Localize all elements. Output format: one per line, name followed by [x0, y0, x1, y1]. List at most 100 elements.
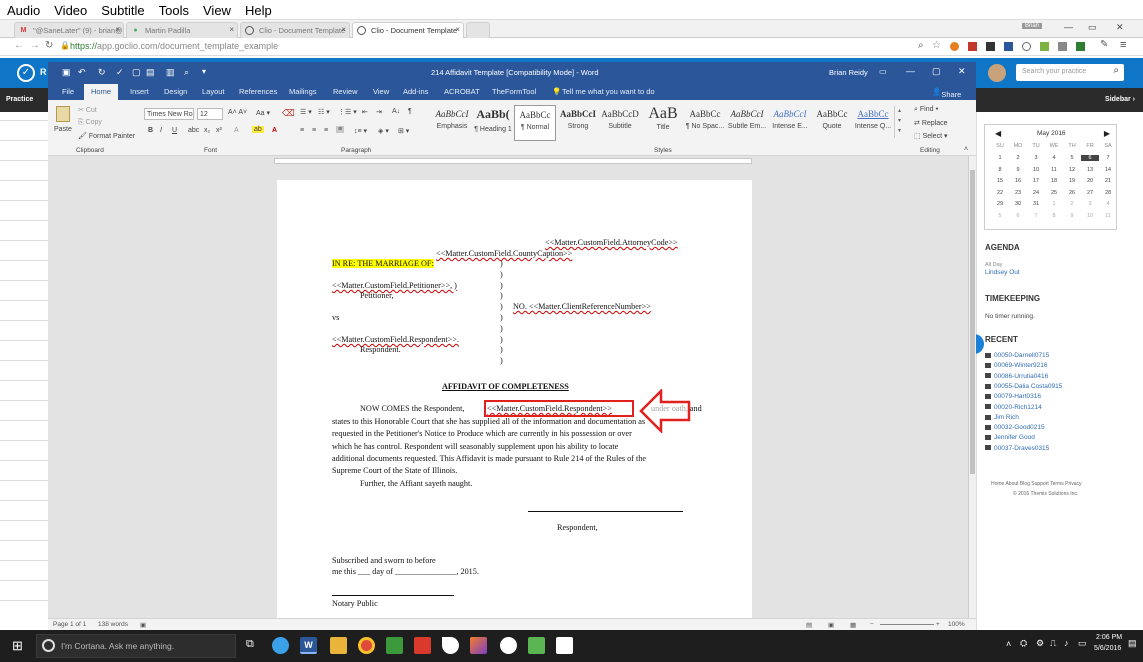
tab-clio-1[interactable]: Clio - Document Template ×	[240, 22, 350, 38]
forward-icon[interactable]: →	[30, 40, 40, 51]
tray-up-icon[interactable]: ˄	[1006, 639, 1011, 649]
calendar-day[interactable]: 24	[1027, 190, 1045, 196]
tab-design[interactable]: Design	[164, 87, 187, 96]
zoom-icon[interactable]: ⌕	[918, 40, 924, 51]
extension-icon[interactable]	[986, 42, 995, 51]
borders-icon[interactable]: ⊞ ▾	[398, 127, 409, 135]
bullets-icon[interactable]: ☰ ▾	[300, 108, 312, 116]
extension-icon[interactable]	[1040, 42, 1049, 51]
calendar-day[interactable]: 19	[1063, 178, 1081, 184]
acrobat-icon[interactable]	[414, 637, 431, 654]
avatar[interactable]	[988, 64, 1006, 82]
calendar-day[interactable]: 6	[1009, 213, 1027, 219]
zoom-out-icon[interactable]: −	[870, 621, 874, 628]
style-10[interactable]: AaBbCc Intense Q...	[852, 105, 894, 141]
highlight-color-icon[interactable]: ab	[252, 126, 264, 133]
calendar-day[interactable]: 7	[1099, 155, 1117, 161]
open-icon[interactable]: ▤	[146, 67, 155, 78]
menu-video[interactable]: Video	[47, 0, 94, 18]
search-icon[interactable]: ⌕	[1113, 65, 1119, 76]
windows-start-icon[interactable]: ⊞	[12, 638, 23, 654]
calendar-day[interactable]: 23	[1009, 190, 1027, 196]
calendar-day[interactable]: 14	[1099, 167, 1117, 173]
style-7[interactable]: AaBbCcI Subtle Em...	[726, 105, 768, 141]
sort-icon[interactable]: A↓	[392, 108, 400, 115]
preview-icon[interactable]: ⌕	[184, 67, 189, 78]
tab-mailings[interactable]: Mailings	[289, 87, 317, 96]
tab-insert[interactable]: Insert	[130, 87, 149, 96]
word-taskbar-icon[interactable]: W	[300, 637, 317, 654]
tab-gmail[interactable]: M "@SaneLater" (9) - brian@ ×	[14, 22, 124, 38]
tab-view[interactable]: View	[373, 87, 389, 96]
style-8[interactable]: AaBbCcI Intense E...	[769, 105, 811, 141]
decrease-indent-icon[interactable]: ⇤	[362, 108, 368, 116]
url-field[interactable]: https://app.goclio.com/document_template…	[70, 41, 278, 51]
tab-addins[interactable]: Add-ins	[403, 87, 428, 96]
sidebar-toggle[interactable]: Sidebar ›	[1105, 96, 1135, 103]
word-count[interactable]: 138 words	[98, 621, 128, 628]
app-icon[interactable]	[528, 637, 545, 654]
calendar-day[interactable]: 6	[1081, 155, 1099, 161]
align-right-icon[interactable]: ≡	[324, 127, 328, 134]
menu-tools[interactable]: Tools	[152, 0, 196, 18]
tab-file[interactable]: File	[62, 87, 74, 96]
zoom-slider[interactable]	[880, 624, 934, 625]
calendar-day[interactable]: 9	[1009, 167, 1027, 173]
style-5[interactable]: AaB Title	[642, 105, 684, 141]
calendar-day[interactable]: 28	[1099, 190, 1117, 196]
scrollbar-thumb[interactable]	[970, 170, 975, 474]
recent-item[interactable]: 00032-Good0215	[985, 424, 1045, 431]
network-icon[interactable]: ⎍	[1050, 638, 1056, 649]
calendar-day[interactable]: 31	[1027, 201, 1045, 207]
user-badge[interactable]: Brian	[1022, 23, 1043, 29]
new-tab-button[interactable]	[466, 22, 490, 38]
calendar-day[interactable]: 1	[1045, 201, 1063, 207]
practice-label[interactable]: Practice	[0, 88, 48, 112]
calendar-day[interactable]: 5	[1063, 155, 1081, 161]
calendar-day[interactable]: 2	[1063, 201, 1081, 207]
calendar-day[interactable]: 18	[1045, 178, 1063, 184]
calendar-day[interactable]: 13	[1081, 167, 1099, 173]
menu-subtitle[interactable]: Subtitle	[94, 0, 151, 18]
numbering-icon[interactable]: ☷ ▾	[318, 108, 330, 116]
recent-item[interactable]: Jim Rich	[985, 414, 1019, 421]
calendar-day[interactable]: 26	[1063, 190, 1081, 196]
calendar-day[interactable]: 4	[1099, 201, 1117, 207]
copy-button[interactable]: ⎘ Copy	[78, 119, 102, 127]
calendar-day[interactable]: 11	[1099, 213, 1117, 219]
calendar-day[interactable]: 9	[1063, 213, 1081, 219]
close-window-icon[interactable]: ✕	[1116, 22, 1124, 33]
proofing-icon[interactable]: ▣	[140, 621, 146, 629]
extension-icon[interactable]	[1004, 42, 1013, 51]
recent-item[interactable]: 00037-Draves0315	[985, 445, 1049, 452]
recent-item[interactable]: 00079-Hart0316	[985, 393, 1041, 400]
subscript-button[interactable]: x₂	[204, 127, 210, 134]
task-view-icon[interactable]: ⧉	[246, 638, 254, 651]
font-size-select[interactable]: 12	[197, 108, 223, 120]
document-page[interactable]: <<Matter.CustomField.AttorneyCode>> <<Ma…	[277, 180, 752, 618]
clio-logo-icon[interactable]: ✓	[17, 64, 35, 82]
change-case-icon[interactable]: Aa ▾	[256, 109, 270, 117]
edge-icon[interactable]	[272, 637, 289, 654]
app-icon[interactable]	[500, 637, 517, 654]
align-left-icon[interactable]: ≡	[300, 127, 304, 134]
app-icon[interactable]	[556, 637, 573, 654]
star-icon[interactable]: ☆	[932, 40, 941, 51]
tab-home[interactable]: Home	[84, 84, 119, 100]
cut-button[interactable]: ✂ Cut	[78, 106, 97, 114]
calendar-day[interactable]: 25	[1045, 190, 1063, 196]
close-icon[interactable]: ×	[115, 25, 120, 34]
multilevel-list-icon[interactable]: ⋮☰ ▾	[338, 108, 357, 116]
next-month-icon[interactable]: ▶	[1104, 129, 1110, 138]
calendar-day[interactable]: 27	[1081, 190, 1099, 196]
underline-button[interactable]: U	[172, 127, 177, 134]
calendar-day[interactable]: 17	[1027, 178, 1045, 184]
calendar-day[interactable]: 1	[991, 155, 1009, 161]
font-color-icon[interactable]: A	[272, 127, 277, 134]
minimize-icon[interactable]: —	[906, 66, 915, 76]
collapse-ribbon-icon[interactable]: ˄	[964, 146, 968, 153]
calendar-day[interactable]: 11	[1045, 167, 1063, 173]
style-2[interactable]: AaBbCc ¶ Normal	[514, 105, 556, 141]
calendar-day[interactable]: 8	[1045, 213, 1063, 219]
vertical-scrollbar[interactable]	[968, 156, 976, 618]
